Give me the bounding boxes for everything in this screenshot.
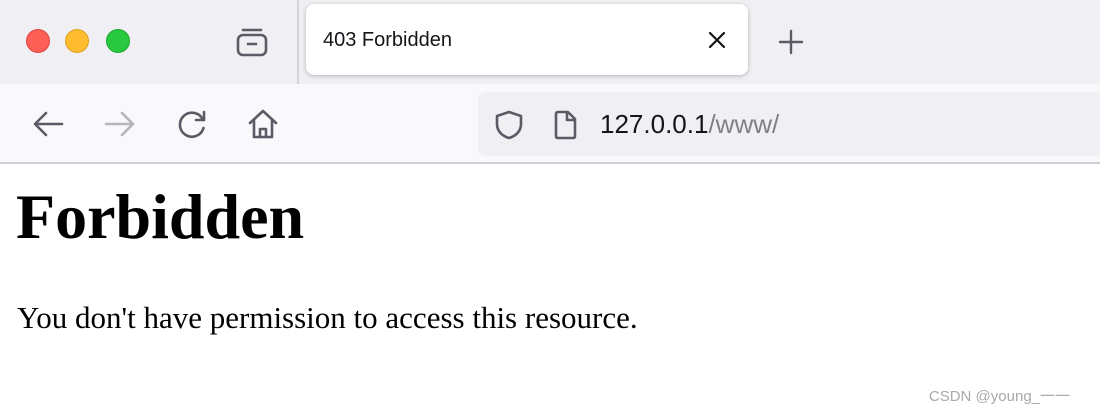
page-content: Forbidden You don't have permission to a… — [0, 166, 1100, 416]
reload-icon[interactable] — [172, 104, 212, 144]
url-text[interactable]: 127.0.0.1/www/ — [600, 109, 779, 140]
navigation-toolbar: 127.0.0.1/www/ — [0, 84, 1100, 164]
page-title: Forbidden — [16, 181, 305, 252]
close-icon[interactable] — [702, 25, 732, 55]
tab-strip: 403 Forbidden — [0, 0, 1100, 84]
watermark: CSDN @young_一一 — [928, 388, 1070, 405]
arrow-right-icon[interactable] — [100, 104, 140, 144]
tab-active[interactable]: 403 Forbidden — [306, 4, 748, 75]
url-host: 127.0.0.1 — [600, 109, 709, 139]
page-icon — [550, 110, 580, 140]
shield-icon[interactable] — [494, 110, 524, 140]
tab-separator — [297, 0, 299, 84]
url-path: /www/ — [708, 109, 780, 139]
address-bar[interactable]: 127.0.0.1/www/ — [478, 92, 1100, 156]
window-zoom-button[interactable] — [106, 29, 130, 53]
plus-icon[interactable] — [771, 22, 811, 62]
window-minimize-button[interactable] — [65, 29, 89, 53]
tab-title: 403 Forbidden — [323, 29, 452, 51]
tab-list-icon[interactable] — [232, 24, 272, 60]
arrow-left-icon[interactable] — [28, 104, 68, 144]
window-close-button[interactable] — [26, 29, 50, 53]
error-message: You don't have permission to access this… — [17, 300, 638, 335]
home-icon[interactable] — [243, 104, 283, 144]
